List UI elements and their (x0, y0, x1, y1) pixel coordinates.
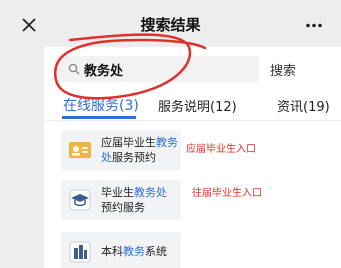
result-title: 本科教务系统 (101, 245, 167, 258)
graduation-cap-icon (66, 186, 94, 214)
result-title: 毕业生教务处 预约服务 (101, 186, 167, 214)
result-title: 应届毕业生教务处服务预约 (101, 136, 178, 164)
page-title: 搜索结果 (140, 16, 201, 34)
title-bar: 搜索结果 (0, 0, 341, 50)
result-item-graduate-appointment[interactable]: 应届毕业生教务处服务预约 (61, 130, 181, 170)
tabs-divider (44, 120, 341, 121)
result-item-past-graduate-appointment[interactable]: 毕业生教务处 预约服务 (61, 180, 181, 220)
search-button[interactable]: 搜索 (270, 60, 296, 79)
result-item-undergrad-system[interactable]: 本科教务系统 (61, 232, 181, 268)
buildings-icon (66, 238, 94, 266)
annotation-label: 往届毕业生入口 (192, 188, 262, 199)
search-input[interactable]: 教务处 (84, 60, 123, 79)
tab-service-descriptions[interactable]: 服务说明(12) (158, 96, 237, 115)
id-card-icon (66, 136, 94, 164)
tab-news[interactable]: 资讯(19) (277, 96, 330, 115)
active-tab-indicator (62, 116, 136, 119)
more-dots-icon[interactable] (305, 23, 323, 28)
result-tabs: 在线服务(3) 服务说明(12) 资讯(19) (0, 92, 341, 122)
tab-online-services[interactable]: 在线服务(3) (63, 95, 139, 115)
search-icon (68, 63, 80, 75)
search-results-page: 搜索结果 教务处 搜索 在线服务(3) 服务说明(12) 资讯(19) 应届毕业… (0, 0, 341, 268)
annotation-label: 应届毕业生入口 (186, 144, 256, 155)
